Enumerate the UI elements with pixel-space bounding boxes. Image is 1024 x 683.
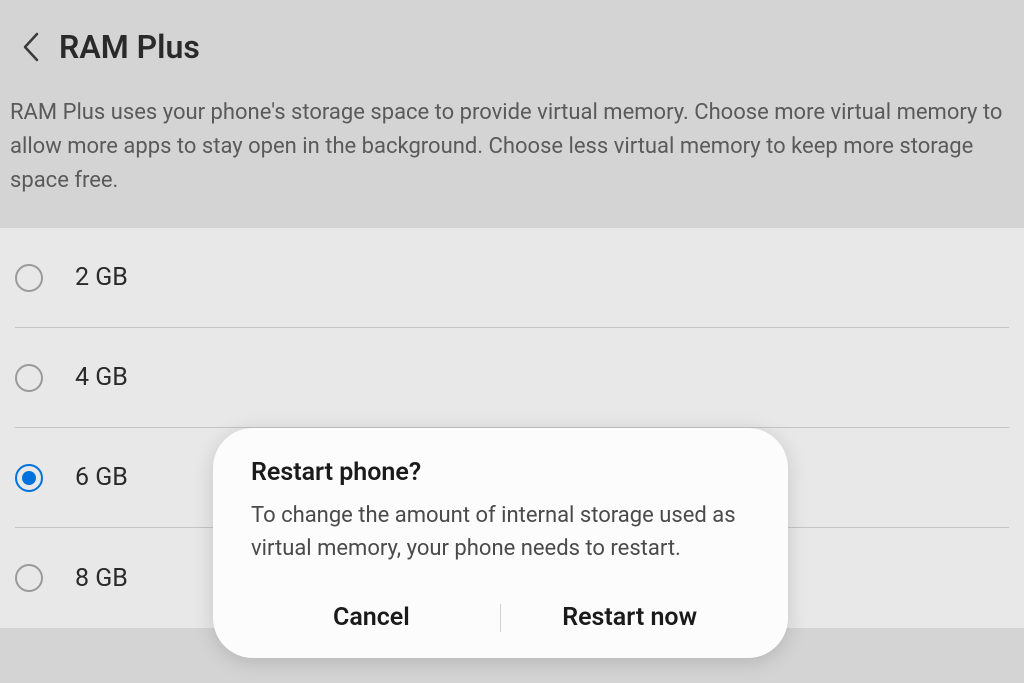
page-title: RAM Plus [59,28,200,66]
radio-icon [15,564,43,592]
radio-icon [15,364,43,392]
header: RAM Plus [0,0,1024,86]
restart-now-button[interactable]: Restart now [501,595,758,640]
option-label: 6 GB [75,463,128,492]
dialog-body: To change the amount of internal storage… [243,499,758,565]
option-label: 2 GB [75,263,128,292]
option-label: 8 GB [75,564,128,593]
cancel-button[interactable]: Cancel [243,595,500,640]
description-text: RAM Plus uses your phone's storage space… [0,86,1024,228]
restart-dialog: Restart phone? To change the amount of i… [213,428,788,658]
radio-icon [15,264,43,292]
radio-icon [15,464,43,492]
dialog-buttons: Cancel Restart now [243,595,758,640]
back-button[interactable] [15,31,47,63]
option-label: 4 GB [75,363,128,392]
option-4gb[interactable]: 4 GB [0,328,1024,428]
radio-inner-icon [22,471,36,485]
dialog-title: Restart phone? [243,458,758,487]
option-2gb[interactable]: 2 GB [0,228,1024,328]
chevron-left-icon [22,32,40,62]
